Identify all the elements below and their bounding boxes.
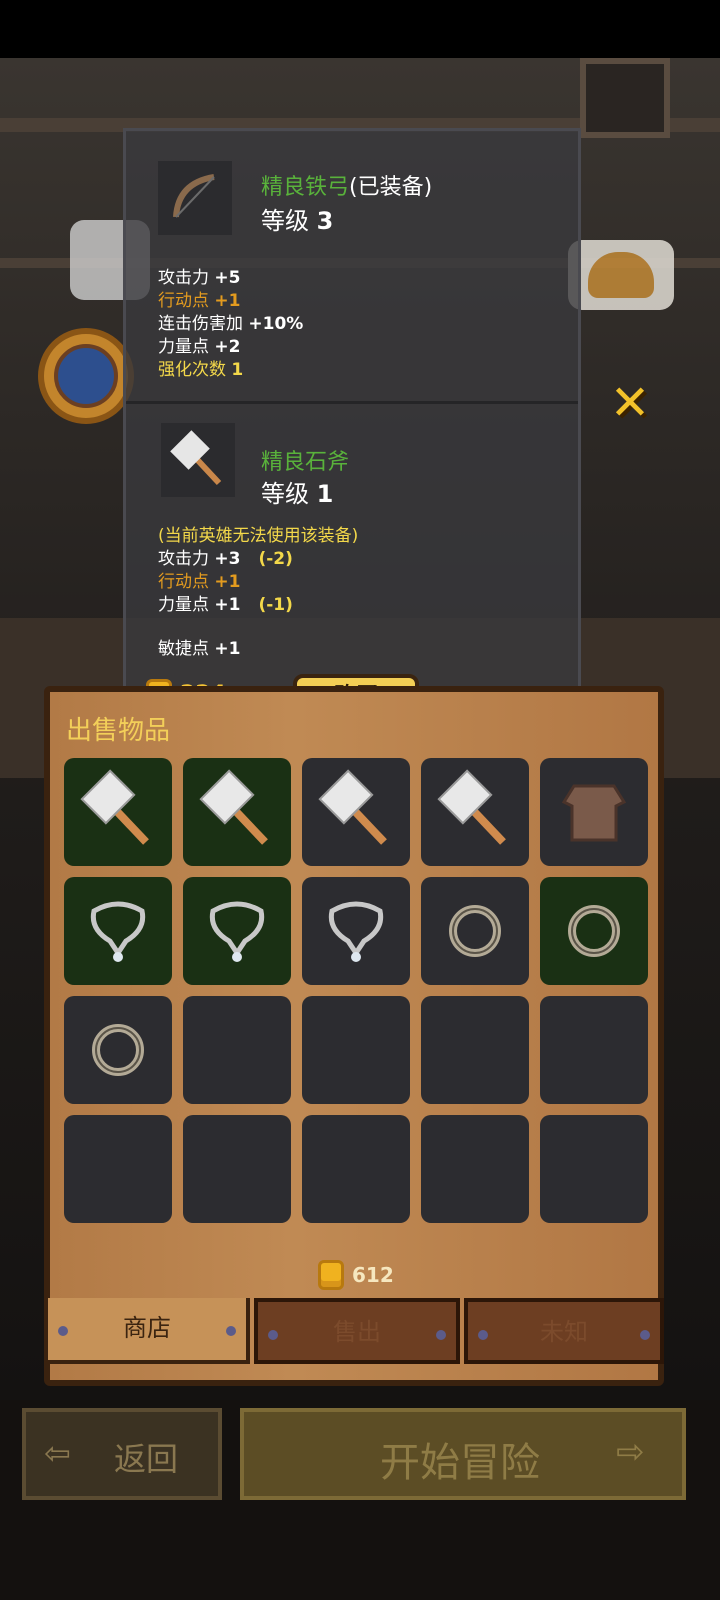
bow-icon [158,161,232,235]
stat-line: 强化次数 1 [158,360,244,380]
inventory-slot[interactable] [421,758,529,866]
inventory-slot[interactable] [421,1115,529,1223]
inventory-slot[interactable] [302,877,410,985]
inventory-slot[interactable] [302,1115,410,1223]
axe-icon [161,423,235,497]
player-gold: 612 [318,1260,394,1290]
tooltip-divider [126,401,578,404]
inventory-slot[interactable] [183,996,291,1104]
gold-coin-icon [318,1260,344,1290]
cannot-use-warning: (当前英雄无法使用该装备) [158,526,359,546]
inventory-slot[interactable] [540,996,648,1104]
stat-line: 力量点 +1 (-1) [158,595,293,615]
inventory-slot[interactable] [183,877,291,985]
close-icon[interactable]: ✕ [605,378,655,428]
stat-line: 敏捷点 +1 [158,639,241,659]
tab-sell[interactable]: 售出 [254,1298,460,1364]
inventory-slot[interactable] [183,1115,291,1223]
inventory-slot[interactable] [64,758,172,866]
exit-right-icon: ⇨ [616,1432,645,1472]
inventory-slot[interactable] [64,877,172,985]
inventory-slot[interactable] [64,996,172,1104]
stat-line: 攻击力 +3 (-2) [158,549,293,569]
selected-item-name: 精良石斧 [261,450,350,475]
selected-item-level: 等级 1 [261,480,334,508]
inventory-slot[interactable] [302,996,410,1104]
stat-line: 攻击力 +5 [158,268,241,288]
stat-line: 连击伤害加 +10% [158,314,304,334]
back-button[interactable]: ⇦ 返回 [22,1408,222,1500]
inventory-slot[interactable] [183,758,291,866]
inventory-slot[interactable] [540,877,648,985]
start-adventure-button[interactable]: 开始冒险 ⇨ [240,1408,686,1500]
tab-unknown[interactable]: 未知 [464,1298,664,1364]
tab-shop[interactable]: 商店 [44,1298,250,1364]
shop-panel: 出售物品 612 商店 售出 未知 [44,686,664,1386]
inventory-slot[interactable] [64,1115,172,1223]
stat-line: 行动点 +1 [158,572,241,592]
exit-left-icon: ⇦ [44,1434,71,1472]
stat-line: 力量点 +2 [158,337,241,357]
inventory-slot[interactable] [540,758,648,866]
equipped-item-name: 精良铁弓(已装备) [261,175,433,200]
shop-tabs: 商店 售出 未知 [44,1298,664,1368]
hero-portrait[interactable] [38,328,134,424]
inventory-slot[interactable] [540,1115,648,1223]
inventory-slot[interactable] [421,996,529,1104]
stat-line: 行动点 +1 [158,291,241,311]
bag-icon[interactable] [568,240,674,310]
inventory-slot[interactable] [302,758,410,866]
equipped-item-level: 等级 3 [261,207,334,235]
inventory-slot[interactable] [421,877,529,985]
status-bar [0,0,720,58]
item-compare-tooltip: 精良铁弓(已装备) 等级 3 攻击力 +5 行动点 +1 连击伤害加 +10% … [123,128,581,730]
window-decoration [580,58,670,138]
panel-title: 出售物品 [66,716,171,746]
